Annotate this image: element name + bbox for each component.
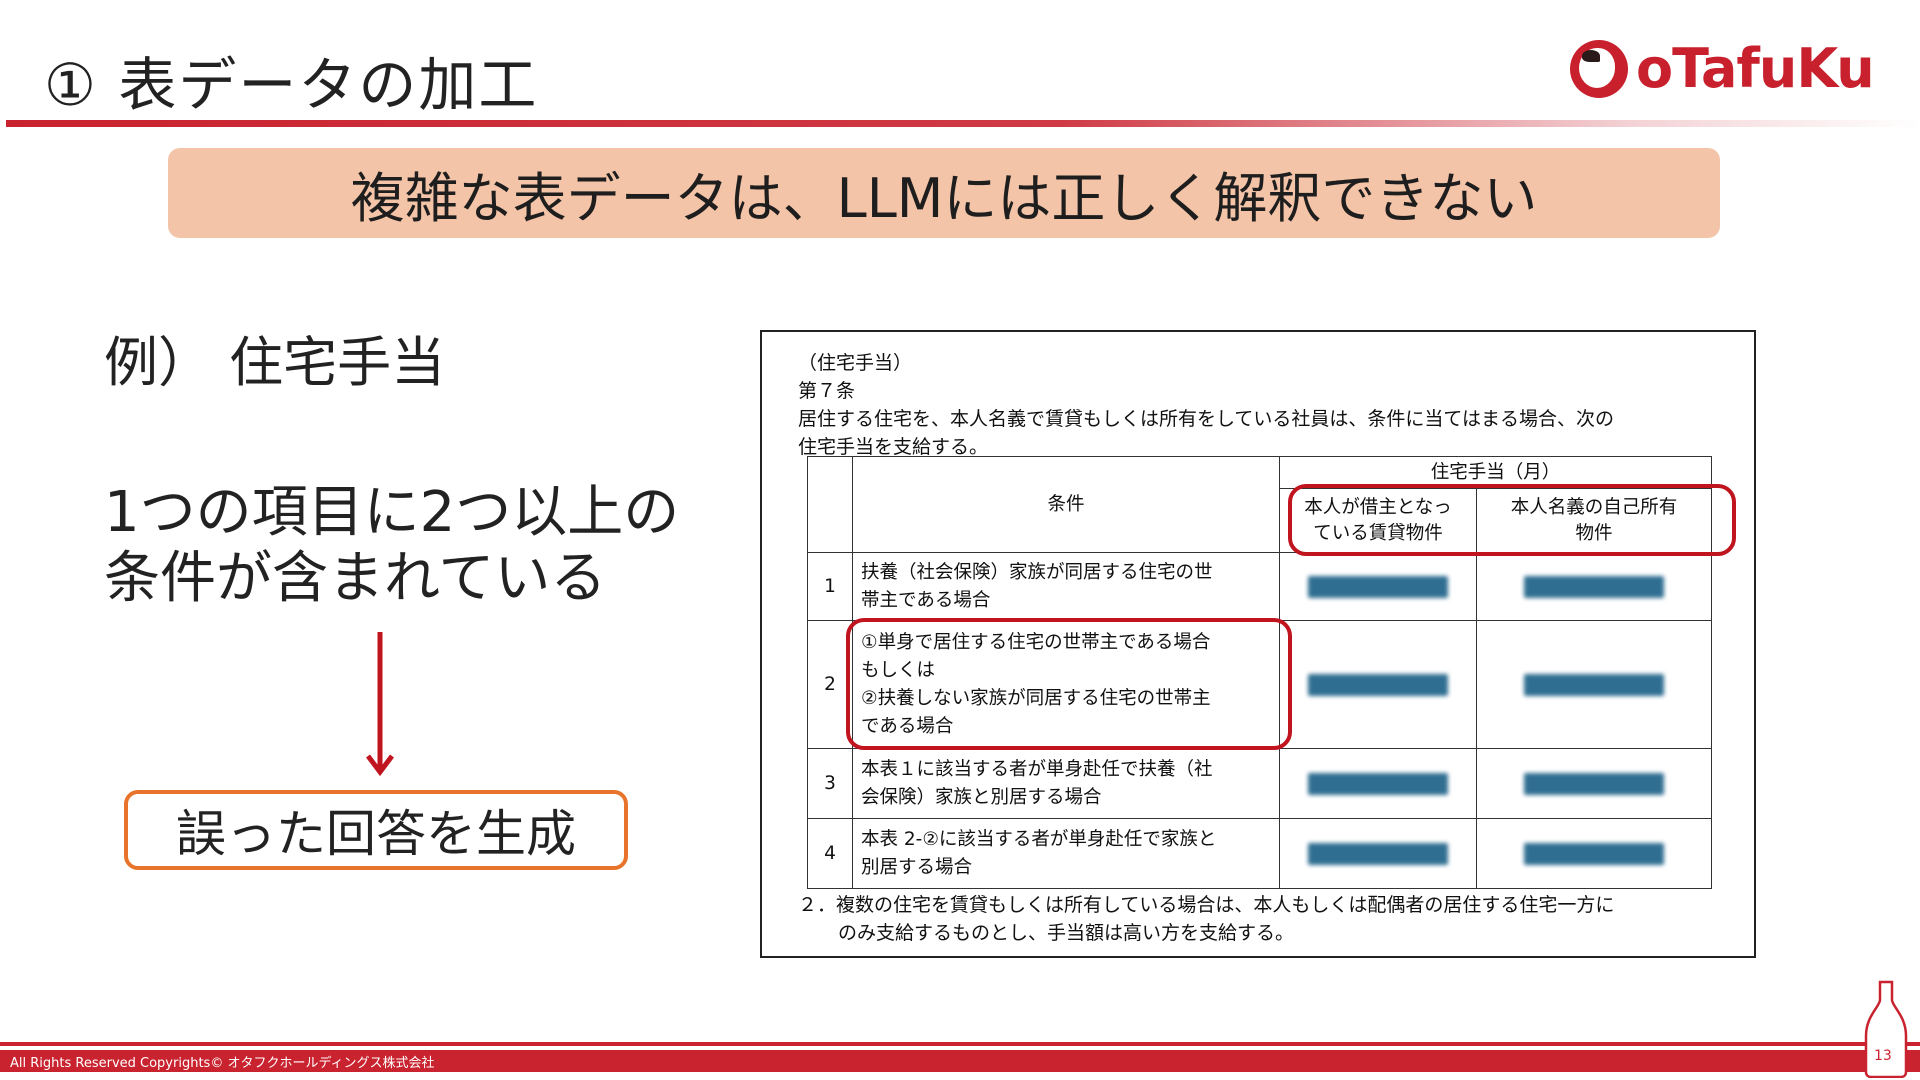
- row-condition: 本表 2-②に該当する者が単身赴任で家族と 別居する場合: [852, 818, 1280, 889]
- redacted-cell: [1476, 748, 1712, 819]
- doc-note-line-1: ２．複数の住宅を賃貸もしくは所有している場合は、本人もしくは配偶者の居住する住宅…: [798, 894, 1615, 916]
- doc-note-line-2: のみ支給するものとし、手当額は高い方を支給する。: [838, 922, 1295, 944]
- redacted-cell: [1279, 552, 1477, 621]
- doc-intro-line-1: 居住する住宅を、本人名義で賃貸もしくは所有をしている社員は、条件に当てはまる場合…: [798, 408, 1615, 430]
- logo-text: oTafuKu: [1636, 37, 1875, 100]
- row2-highlight: [846, 618, 1292, 750]
- redacted-cell: [1279, 748, 1477, 819]
- row-number: 3: [807, 748, 853, 819]
- condition-line-2: 条件が含まれている: [104, 546, 607, 611]
- condition-text-line: 別居する場合: [861, 856, 973, 878]
- condition-text-line: 本表１に該当する者が単身赴任で扶養（社: [861, 758, 1213, 780]
- doc-section-label: （住宅手当）: [798, 352, 913, 374]
- row-number: 4: [807, 818, 853, 889]
- row-condition: 扶養（社会保険）家族が同居する住宅の世 帯主である場合: [852, 552, 1280, 621]
- headline-banner: 複雑な表データは、LLMには正しく解釈できない: [168, 148, 1720, 238]
- redacted-cell: [1476, 818, 1712, 889]
- table-row: 1 扶養（社会保険）家族が同居する住宅の世 帯主である場合: [807, 552, 1712, 621]
- down-arrow-icon: [366, 632, 394, 777]
- redacted-cell: [1476, 552, 1712, 621]
- company-logo: oTafuKu: [1570, 36, 1880, 102]
- condition-description: 1つの項目に2つ以上の 条件が含まれている: [104, 480, 679, 612]
- condition-line-1: 1つの項目に2つ以上の: [104, 480, 680, 545]
- condition-text-line: 本表 2-②に該当する者が単身赴任で家族と: [861, 828, 1217, 850]
- condition-text-line: 帯主である場合: [861, 589, 991, 611]
- wrong-answer-box: 誤った回答を生成: [124, 790, 628, 870]
- table-header-blank: [807, 456, 853, 553]
- slide-title: ① 表データの加工: [44, 51, 539, 119]
- condition-text-line: 扶養（社会保険）家族が同居する住宅の世: [861, 561, 1213, 583]
- table-row: 3 本表１に該当する者が単身赴任で扶養（社 会保険）家族と別居する場合: [807, 748, 1712, 819]
- row-number: 1: [807, 552, 853, 621]
- table-header-condition: 条件: [852, 456, 1280, 553]
- page-number: 13: [1874, 1048, 1892, 1064]
- example-label: 例） 住宅手当: [104, 331, 446, 394]
- housing-allowance-document: （住宅手当） 第７条 居住する住宅を、本人名義で賃貸もしくは所有をしている社員は…: [760, 330, 1756, 958]
- doc-intro-line-2: 住宅手当を支給する。: [798, 436, 989, 458]
- redacted-cell: [1476, 620, 1712, 749]
- title-underline: [6, 120, 1920, 127]
- condition-text-line: 会保険）家族と別居する場合: [861, 786, 1102, 808]
- otafuku-face-icon: [1570, 40, 1628, 98]
- header-highlight: [1288, 484, 1736, 556]
- redacted-cell: [1279, 818, 1477, 889]
- table-row: 4 本表 2-②に該当する者が単身赴任で家族と 別居する場合: [807, 818, 1712, 889]
- doc-article: 第７条: [798, 380, 856, 402]
- copyright-text: All Rights Reserved Copyrights© オタフクホールデ…: [10, 1056, 435, 1071]
- redacted-cell: [1279, 620, 1477, 749]
- row-condition: 本表１に該当する者が単身赴任で扶養（社 会保険）家族と別居する場合: [852, 748, 1280, 819]
- footer-rule: [0, 1042, 1920, 1046]
